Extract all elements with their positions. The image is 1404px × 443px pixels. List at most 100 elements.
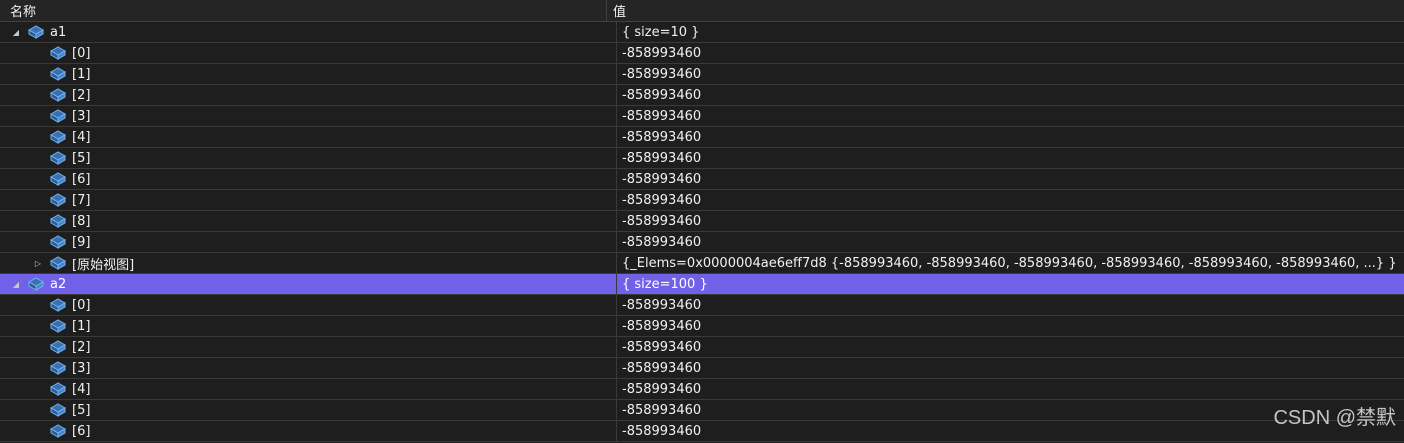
variable-icon	[49, 171, 67, 187]
watch-row[interactable]: [3] -858993460	[0, 106, 1404, 127]
variable-name: [9]	[72, 234, 91, 250]
variable-name: [0]	[72, 297, 91, 313]
watch-row[interactable]: [9] -858993460	[0, 232, 1404, 253]
variable-icon	[49, 381, 67, 397]
variable-name: [1]	[72, 318, 91, 334]
variable-value: -858993460	[622, 129, 702, 145]
watch-row[interactable]: [6] -858993460	[0, 421, 1404, 442]
csdn-watermark: CSDN @禁默	[1273, 407, 1396, 429]
value-column-header[interactable]: 值	[607, 0, 626, 21]
watch-row[interactable]: [5] -858993460	[0, 400, 1404, 421]
watch-row[interactable]: ▷ [原始视图] {_Elems=0x0000004ae6eff7d8 {-8589…	[0, 253, 1404, 274]
variable-value: -858993460	[622, 87, 702, 103]
variable-value: -858993460	[622, 360, 702, 376]
collapse-arrow-icon[interactable]: ◢	[11, 279, 21, 289]
watch-row[interactable]: [7] -858993460	[0, 190, 1404, 211]
watch-row[interactable]: [8] -858993460	[0, 211, 1404, 232]
row-name-cell: [5]	[0, 400, 617, 420]
variable-name: [3]	[72, 108, 91, 124]
row-name-cell: [4]	[0, 127, 617, 147]
variable-value: -858993460	[622, 150, 702, 166]
value-column-label: 值	[613, 5, 627, 20]
variable-name: [0]	[72, 45, 91, 61]
variable-icon	[49, 45, 67, 61]
variable-value: { size=10 }	[622, 24, 700, 40]
row-name-cell: [6]	[0, 421, 617, 441]
variable-icon	[27, 24, 45, 40]
watch-row[interactable]: [6] -858993460	[0, 169, 1404, 190]
variable-value: -858993460	[622, 339, 702, 355]
row-name-cell: [4]	[0, 379, 617, 399]
row-name-cell: [0]	[0, 43, 617, 63]
variable-icon	[49, 66, 67, 82]
variable-name: [2]	[72, 339, 91, 355]
watch-row[interactable]: [0] -858993460	[0, 43, 1404, 64]
expand-arrow-icon[interactable]: ▷	[33, 258, 43, 268]
variable-value: -858993460	[622, 402, 702, 418]
row-name-cell: [5]	[0, 148, 617, 168]
variable-value: -858993460	[622, 192, 702, 208]
watch-row[interactable]: [5] -858993460	[0, 148, 1404, 169]
variable-name: [6]	[72, 171, 91, 187]
watch-row[interactable]: [1] -858993460	[0, 316, 1404, 337]
watch-row[interactable]: [2] -858993460	[0, 337, 1404, 358]
watch-row[interactable]: [1] -858993460	[0, 64, 1404, 85]
watch-row[interactable]: [4] -858993460	[0, 379, 1404, 400]
variable-name: a1	[50, 24, 67, 40]
row-name-cell: [9]	[0, 232, 617, 252]
variable-value: -858993460	[622, 318, 702, 334]
variable-value: -858993460	[622, 381, 702, 397]
variable-name: [原始视图]	[72, 257, 135, 273]
row-name-cell: [6]	[0, 169, 617, 189]
variable-value: -858993460	[622, 171, 702, 187]
variable-value: -858993460	[622, 213, 702, 229]
variable-icon	[49, 423, 67, 439]
row-name-cell: [3]	[0, 358, 617, 378]
variable-value: -858993460	[622, 45, 702, 61]
row-name-cell: [3]	[0, 106, 617, 126]
collapse-arrow-icon[interactable]: ◢	[11, 27, 21, 37]
row-name-cell: ◢ a2	[0, 274, 617, 294]
row-name-cell: [1]	[0, 64, 617, 84]
variable-icon	[27, 276, 45, 292]
variable-icon	[49, 108, 67, 124]
row-name-cell: [2]	[0, 337, 617, 357]
row-name-cell: ▷ [原始视图]	[0, 253, 617, 273]
variable-name: [3]	[72, 360, 91, 376]
watch-row[interactable]: ◢ a2 { size=100 }	[0, 274, 1404, 295]
row-name-cell: [2]	[0, 85, 617, 105]
watch-header: 名称 值	[0, 0, 1404, 22]
watch-rows: ◢ a1 { size=10 } [0] -858993460 [1] -858993460…	[0, 22, 1404, 442]
variable-value: -858993460	[622, 423, 702, 439]
row-name-cell: [8]	[0, 211, 617, 231]
variable-icon	[49, 129, 67, 145]
variable-name: [6]	[72, 423, 91, 439]
variable-name: [2]	[72, 87, 91, 103]
row-name-cell: [0]	[0, 295, 617, 315]
variable-name: [1]	[72, 66, 91, 82]
variable-icon	[49, 150, 67, 166]
variable-name: [7]	[72, 192, 91, 208]
row-name-cell: ◢ a1	[0, 22, 617, 42]
variable-name: [8]	[72, 213, 91, 229]
variable-icon	[49, 234, 67, 250]
watch-row[interactable]: [4] -858993460	[0, 127, 1404, 148]
variable-name: [4]	[72, 129, 91, 145]
row-name-cell: [1]	[0, 316, 617, 336]
watch-row[interactable]: [0] -858993460	[0, 295, 1404, 316]
variable-name: [4]	[72, 381, 91, 397]
watch-row[interactable]: [2] -858993460	[0, 85, 1404, 106]
variable-value: -858993460	[622, 66, 702, 82]
name-column-label: 名称	[10, 5, 37, 20]
variable-icon	[49, 360, 67, 376]
variable-value: {_Elems=0x0000004ae6eff7d8 {-858993460, …	[622, 255, 1397, 271]
watch-row[interactable]: [3] -858993460	[0, 358, 1404, 379]
variable-value: -858993460	[622, 108, 702, 124]
variable-value: -858993460	[622, 234, 702, 250]
watch-row[interactable]: ◢ a1 { size=10 }	[0, 22, 1404, 43]
variable-icon	[49, 87, 67, 103]
variable-name: [5]	[72, 150, 91, 166]
variable-icon	[49, 402, 67, 418]
name-column-header[interactable]: 名称	[0, 0, 607, 21]
variable-value: { size=100 }	[622, 276, 708, 292]
